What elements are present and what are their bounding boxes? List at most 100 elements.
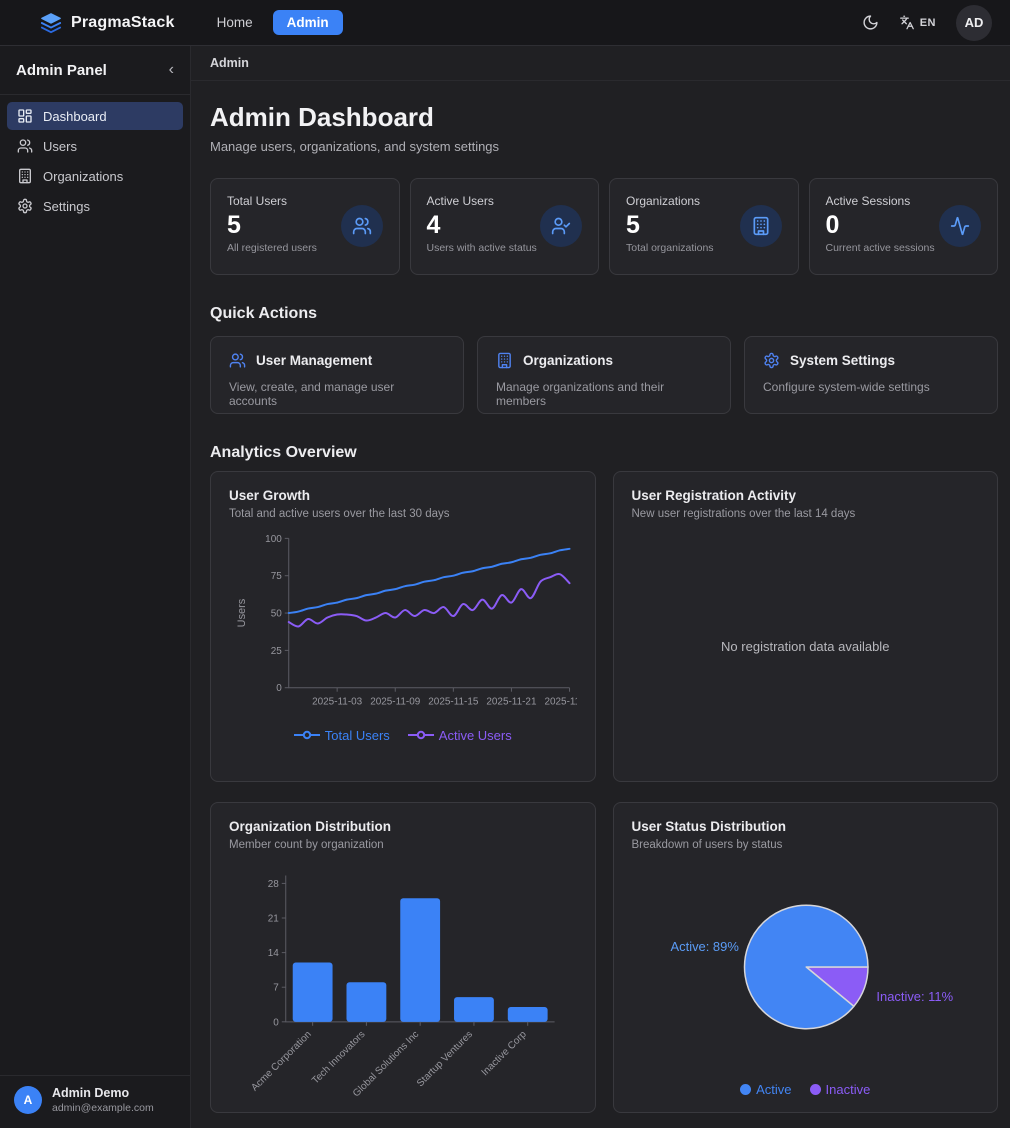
- chart-legend: Total Users Active Users: [229, 720, 577, 743]
- svg-text:2025-11-27: 2025-11-27: [544, 697, 576, 708]
- legend-item: Active: [740, 1082, 791, 1097]
- svg-text:Active: 89%: Active: 89%: [670, 939, 739, 954]
- quick-actions-heading: Quick Actions: [210, 305, 998, 323]
- stat-text: Total Users 5 All registered users: [227, 194, 317, 259]
- analytics-heading: Analytics Overview: [210, 444, 998, 462]
- users-icon: [341, 205, 383, 247]
- svg-text:2025-11-09: 2025-11-09: [370, 697, 421, 708]
- svg-text:7: 7: [273, 983, 279, 994]
- top-navbar: PragmaStack Home Admin EN AD: [0, 0, 1010, 46]
- nav-link-home[interactable]: Home: [209, 10, 261, 35]
- org-distribution-card: Organization Distribution Member count b…: [210, 802, 596, 1113]
- nav-links: Home Admin: [209, 10, 343, 35]
- svg-text:2025-11-21: 2025-11-21: [486, 697, 537, 708]
- dashboard-icon: [17, 108, 33, 124]
- stat-label: Organizations: [626, 194, 714, 208]
- legend-dot-marker: [740, 1084, 751, 1095]
- quick-action-header: User Management: [229, 352, 445, 369]
- sidebar-title: Admin Panel: [16, 62, 107, 79]
- quick-action-desc: Manage organizations and their members: [496, 380, 712, 408]
- languages-icon: [899, 15, 915, 30]
- layers-icon: [40, 12, 62, 34]
- org-distribution-chart[interactable]: 07142128Acme CorporationTech InnovatorsG…: [229, 859, 577, 1099]
- registration-activity-card: User Registration Activity New user regi…: [613, 471, 999, 782]
- users-icon: [17, 138, 33, 154]
- chart-legend: Active Inactive: [632, 1074, 980, 1097]
- pie-chart-svg: Active: 89% Inactive: 11%: [632, 859, 980, 1074]
- stat-value: 5: [626, 213, 714, 238]
- user-status-chart[interactable]: Active: 89% Inactive: 11% Active Inactive: [632, 859, 980, 1097]
- empty-chart-message: No registration data available: [721, 639, 889, 654]
- stat-card-total-users: Total Users 5 All registered users: [210, 178, 400, 275]
- quick-action-system-settings[interactable]: System SettingsConfigure system-wide set…: [744, 336, 998, 414]
- sidebar-item-dashboard[interactable]: Dashboard: [7, 102, 183, 130]
- sidebar-collapse-chevron-icon[interactable]: ‹: [169, 62, 174, 78]
- stat-text: Active Sessions0Current active sessions: [826, 194, 935, 259]
- language-switcher[interactable]: EN: [899, 15, 936, 30]
- quick-action-title: System Settings: [790, 353, 895, 368]
- chart-title: User Registration Activity: [632, 488, 980, 503]
- svg-text:0: 0: [276, 683, 282, 694]
- stat-value: 5: [227, 213, 317, 238]
- user-avatar[interactable]: AD: [956, 5, 992, 41]
- users-icon: [229, 352, 246, 369]
- quick-action-desc: View, create, and manage user accounts: [229, 380, 445, 408]
- svg-text:Tech Innovators: Tech Innovators: [310, 1029, 367, 1086]
- quick-action-header: Organizations: [496, 352, 712, 369]
- user-check-icon: [540, 205, 582, 247]
- chart-subtitle: Member count by organization: [229, 839, 577, 851]
- legend-line-marker: [408, 730, 434, 740]
- chart-subtitle: Total and active users over the last 30 …: [229, 508, 577, 520]
- svg-text:21: 21: [268, 913, 280, 924]
- brand: PragmaStack: [40, 12, 175, 34]
- stat-label: Active Users: [427, 194, 537, 208]
- sidebar-item-label: Organizations: [43, 169, 123, 184]
- sidebar-user[interactable]: A Admin Demo admin@example.com: [0, 1075, 190, 1128]
- stat-card-active-sessions: Active Sessions0Current active sessions: [809, 178, 999, 275]
- navbar-right: EN AD: [862, 5, 992, 41]
- legend-item: Total Users: [294, 728, 390, 743]
- building-icon: [740, 205, 782, 247]
- layout: Admin Panel ‹ Dashboard Users Organization…: [0, 46, 1010, 1128]
- stat-label: Total Users: [227, 194, 317, 208]
- sidebar-item-label: Settings: [43, 199, 90, 214]
- user-growth-chart[interactable]: 02550751002025-11-032025-11-092025-11-15…: [229, 528, 577, 765]
- sidebar: Admin Panel ‹ Dashboard Users Organization…: [0, 46, 191, 1128]
- sidebar-user-info: Admin Demo admin@example.com: [52, 1086, 154, 1114]
- nav-link-admin[interactable]: Admin: [273, 10, 343, 35]
- page-title: Admin Dashboard: [210, 103, 998, 133]
- quick-action-organizations[interactable]: Organizations Manage organizations and th…: [477, 336, 731, 414]
- chart-title: User Growth: [229, 488, 577, 503]
- svg-text:75: 75: [271, 571, 283, 582]
- stats-grid: Total Users 5 All registered users Active U…: [210, 178, 998, 275]
- svg-text:25: 25: [271, 646, 283, 657]
- line-chart-svg: 02550751002025-11-032025-11-092025-11-15…: [229, 528, 577, 720]
- sidebar-nav: Dashboard Users Organizations Settings: [0, 95, 190, 1075]
- quick-action-user-management[interactable]: User Management View, create, and manage …: [210, 336, 464, 414]
- chart-title: User Status Distribution: [632, 819, 980, 834]
- sidebar-item-label: Users: [43, 139, 77, 154]
- svg-text:2025-11-03: 2025-11-03: [312, 697, 363, 708]
- quick-action-header: System Settings: [763, 352, 979, 369]
- sidebar-item-settings[interactable]: Settings: [7, 192, 183, 220]
- quick-action-title: User Management: [256, 353, 372, 368]
- legend-item: Inactive: [810, 1082, 871, 1097]
- user-growth-card: User Growth Total and active users over …: [210, 471, 596, 782]
- sidebar-item-users[interactable]: Users: [7, 132, 183, 160]
- sidebar-item-organizations[interactable]: Organizations: [7, 162, 183, 190]
- svg-text:Inactive: 11%: Inactive: 11%: [876, 989, 953, 1004]
- sidebar-user-name: Admin Demo: [52, 1086, 154, 1100]
- sidebar-header: Admin Panel ‹: [0, 46, 190, 95]
- registration-activity-chart: No registration data available: [632, 528, 980, 765]
- moon-icon[interactable]: [862, 14, 879, 31]
- breadcrumb[interactable]: Admin: [210, 56, 249, 70]
- quick-actions-grid: User Management View, create, and manage …: [210, 336, 998, 414]
- stat-desc: All registered users: [227, 242, 317, 254]
- legend-item: Active Users: [408, 728, 512, 743]
- svg-text:14: 14: [268, 948, 280, 959]
- stat-card-active-users: Active Users4Users with active status: [410, 178, 600, 275]
- language-code: EN: [920, 17, 936, 29]
- sidebar-user-email: admin@example.com: [52, 1102, 154, 1114]
- gear-icon: [763, 352, 780, 369]
- legend-dot-marker: [810, 1084, 821, 1095]
